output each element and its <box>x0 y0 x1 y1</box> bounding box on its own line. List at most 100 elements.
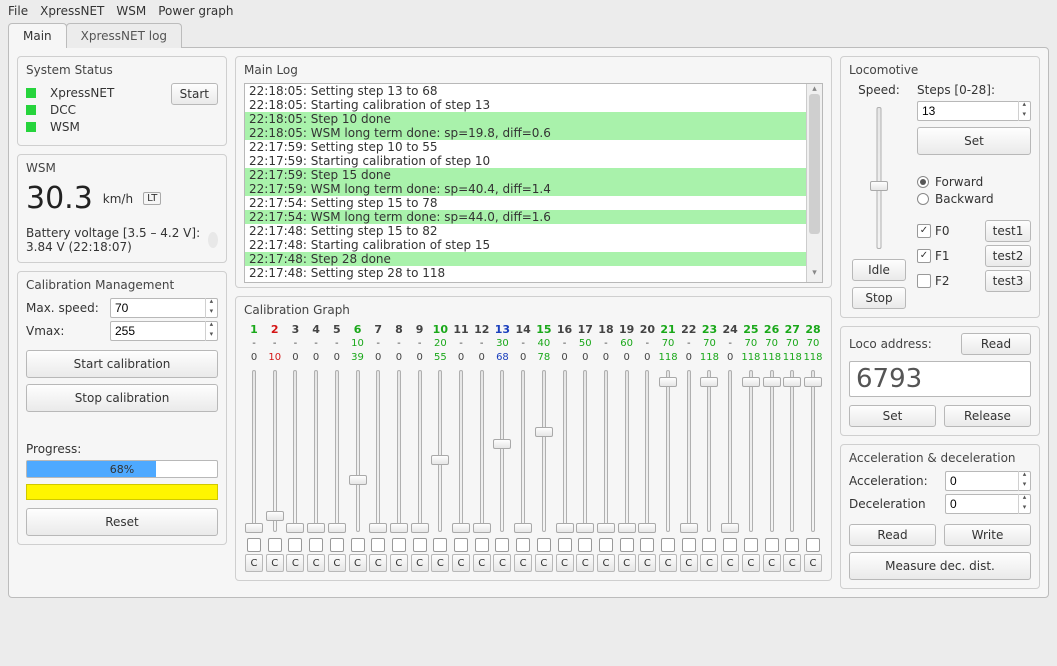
calib-slider[interactable] <box>288 366 302 536</box>
calib-slider[interactable] <box>620 366 634 536</box>
log-line[interactable]: 22:17:48: Step 28 done <box>245 252 822 266</box>
func-F1-test-button[interactable]: test2 <box>985 245 1031 267</box>
calib-step-c-button[interactable]: C <box>742 554 760 572</box>
measure-dec-dist-button[interactable]: Measure dec. dist. <box>849 552 1031 580</box>
stop-button[interactable]: Stop <box>852 287 906 309</box>
stepper-down-icon[interactable]: ▾ <box>1019 111 1030 121</box>
func-F0-checkbox[interactable]: ✓ <box>917 224 931 238</box>
calib-step-c-button[interactable]: C <box>700 554 718 572</box>
calib-step-c-button[interactable]: C <box>597 554 615 572</box>
calib-step-c-button[interactable]: C <box>638 554 656 572</box>
calib-slider[interactable] <box>537 366 551 536</box>
calib-step-checkbox[interactable] <box>640 538 654 552</box>
calib-step-checkbox[interactable] <box>247 538 261 552</box>
calib-step-c-button[interactable]: C <box>618 554 636 572</box>
calib-step-c-button[interactable]: C <box>535 554 553 572</box>
stepper-down-icon[interactable]: ▾ <box>206 308 217 318</box>
menu-power graph[interactable]: Power graph <box>158 4 233 18</box>
calib-step-checkbox[interactable] <box>454 538 468 552</box>
log-line[interactable]: 22:17:59: Setting step 10 to 55 <box>245 140 822 154</box>
calib-step-checkbox[interactable] <box>765 538 779 552</box>
calib-slider[interactable] <box>330 366 344 536</box>
log-line[interactable]: 22:17:48: Starting calibration of step 1… <box>245 238 822 252</box>
calib-step-c-button[interactable]: C <box>783 554 801 572</box>
calib-step-checkbox[interactable] <box>392 538 406 552</box>
calib-step-checkbox[interactable] <box>288 538 302 552</box>
wsm-lt-chip[interactable]: LT <box>143 192 161 205</box>
loco-set-button[interactable]: Set <box>849 405 936 427</box>
calib-slider[interactable] <box>495 366 509 536</box>
calib-slider[interactable] <box>475 366 489 536</box>
calib-slider[interactable] <box>371 366 385 536</box>
calib-step-checkbox[interactable] <box>495 538 509 552</box>
scrollbar[interactable]: ▴ ▾ <box>806 84 822 282</box>
calib-step-checkbox[interactable] <box>785 538 799 552</box>
calib-slider[interactable] <box>640 366 654 536</box>
log-line[interactable]: 22:17:48: Setting step 28 to 118 <box>245 266 822 280</box>
log-line[interactable]: 22:18:05: WSM long term done: sp=19.8, d… <box>245 126 822 140</box>
func-F0-test-button[interactable]: test1 <box>985 220 1031 242</box>
calib-step-c-button[interactable]: C <box>431 554 449 572</box>
max-speed-input[interactable]: ▴▾ <box>110 298 218 318</box>
accel-read-button[interactable]: Read <box>849 524 936 546</box>
deceleration-input[interactable]: ▴▾ <box>945 494 1031 514</box>
calib-step-c-button[interactable]: C <box>514 554 532 572</box>
log-line[interactable]: 22:17:54: Setting step 15 to 78 <box>245 196 822 210</box>
calib-slider[interactable] <box>558 366 572 536</box>
stop-calibration-button[interactable]: Stop calibration <box>26 384 218 412</box>
log-line[interactable]: 22:17:54: WSM long term done: sp=44.0, d… <box>245 210 822 224</box>
calib-step-c-button[interactable]: C <box>680 554 698 572</box>
log-line[interactable]: 22:17:59: Starting calibration of step 1… <box>245 154 822 168</box>
calib-step-checkbox[interactable] <box>702 538 716 552</box>
steps-set-button[interactable]: Set <box>917 127 1031 155</box>
calib-step-c-button[interactable]: C <box>804 554 822 572</box>
backward-radio[interactable]: Backward <box>917 192 1031 206</box>
calib-slider[interactable] <box>785 366 799 536</box>
calib-step-c-button[interactable]: C <box>328 554 346 572</box>
start-button[interactable]: Start <box>171 83 218 105</box>
calib-step-c-button[interactable]: C <box>245 554 263 572</box>
scroll-thumb[interactable] <box>809 94 820 234</box>
calib-slider[interactable] <box>454 366 468 536</box>
calib-step-checkbox[interactable] <box>682 538 696 552</box>
calib-step-checkbox[interactable] <box>578 538 592 552</box>
scroll-down-icon[interactable]: ▾ <box>809 268 820 282</box>
calib-step-c-button[interactable]: C <box>307 554 325 572</box>
log-line[interactable]: 22:17:59: WSM long term done: sp=40.4, d… <box>245 182 822 196</box>
calib-slider[interactable] <box>392 366 406 536</box>
calib-slider[interactable] <box>702 366 716 536</box>
calib-slider[interactable] <box>268 366 282 536</box>
calib-step-c-button[interactable]: C <box>763 554 781 572</box>
calib-step-c-button[interactable]: C <box>721 554 739 572</box>
idle-button[interactable]: Idle <box>852 259 906 281</box>
menu-xpressnet[interactable]: XpressNET <box>40 4 104 18</box>
calib-slider[interactable] <box>413 366 427 536</box>
calib-step-checkbox[interactable] <box>330 538 344 552</box>
calib-step-checkbox[interactable] <box>309 538 323 552</box>
calib-slider[interactable] <box>578 366 592 536</box>
calib-slider[interactable] <box>723 366 737 536</box>
calib-step-c-button[interactable]: C <box>411 554 429 572</box>
calib-step-c-button[interactable]: C <box>390 554 408 572</box>
calib-step-checkbox[interactable] <box>723 538 737 552</box>
speed-slider[interactable] <box>870 103 888 253</box>
calib-step-checkbox[interactable] <box>351 538 365 552</box>
calib-step-c-button[interactable]: C <box>266 554 284 572</box>
menu-file[interactable]: File <box>8 4 28 18</box>
calib-slider[interactable] <box>744 366 758 536</box>
log-line[interactable]: 22:18:05: Starting calibration of step 1… <box>245 98 822 112</box>
start-calibration-button[interactable]: Start calibration <box>26 350 218 378</box>
loco-release-button[interactable]: Release <box>944 405 1031 427</box>
accel-write-button[interactable]: Write <box>944 524 1031 546</box>
log-line[interactable]: 22:18:05: Setting step 13 to 68 <box>245 84 822 98</box>
calib-step-checkbox[interactable] <box>806 538 820 552</box>
menu-wsm[interactable]: WSM <box>116 4 146 18</box>
calib-step-c-button[interactable]: C <box>576 554 594 572</box>
calib-slider[interactable] <box>309 366 323 536</box>
calib-step-c-button[interactable]: C <box>659 554 677 572</box>
stepper-down-icon[interactable]: ▾ <box>206 331 217 341</box>
log-line[interactable]: 22:17:59: Step 15 done <box>245 168 822 182</box>
calib-step-c-button[interactable]: C <box>473 554 491 572</box>
calib-step-checkbox[interactable] <box>620 538 634 552</box>
calib-step-checkbox[interactable] <box>744 538 758 552</box>
